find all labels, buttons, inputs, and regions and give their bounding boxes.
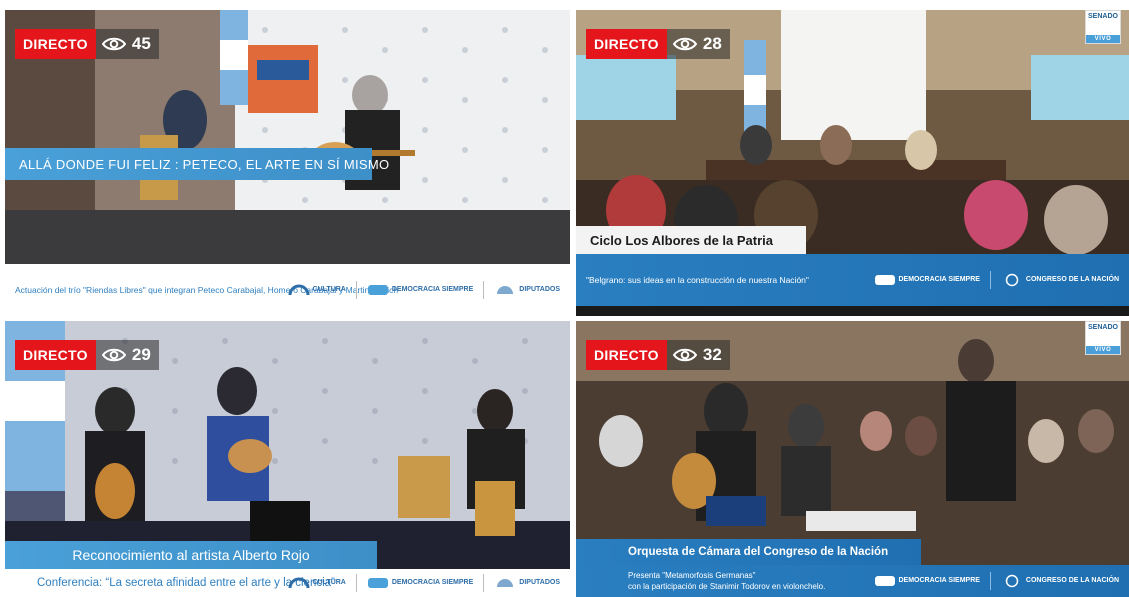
live-label: DIRECTO: [15, 29, 96, 59]
senado-vivo-badge: SENADO VIVO: [1085, 10, 1121, 44]
diputados-logo-icon: [497, 286, 514, 294]
lower-third: Orquesta de Cámara del Congreso de la Na…: [576, 539, 1129, 597]
senado-vivo-badge: SENADO VIVO: [1085, 321, 1121, 355]
diputados-logo: DIPUTADOS: [494, 576, 560, 590]
democracia-logo: DEMOCRACIA SIEMPRE: [874, 574, 980, 588]
congreso-logo: CONGRESO DE LA NACIÓN: [1001, 273, 1119, 287]
viewer-count-value: 32: [702, 345, 722, 364]
stream-subtitle-line-2: con la participación de Stanimir Todorov…: [628, 582, 826, 591]
live-badge: DIRECTO 45: [15, 29, 159, 59]
viewer-count: 28: [666, 29, 730, 59]
eye-icon: [672, 37, 697, 51]
viewer-count: 45: [95, 29, 159, 59]
eye-icon: [101, 37, 126, 51]
viewer-count: 29: [95, 340, 159, 370]
viewer-count-value: 28: [702, 34, 722, 53]
stream-title: ALLÁ DONDE FUI FELIZ : PETECO, EL ARTE E…: [5, 148, 389, 180]
vivo-label: VIVO: [1086, 35, 1120, 43]
stream-subtitle: "Belgrano: sus ideas en la construcción …: [586, 275, 809, 285]
democracia-logo-icon: [367, 578, 388, 588]
lower-third: ALLÁ DONDE FUI FELIZ : PETECO, EL ARTE E…: [5, 148, 570, 316]
democracia-logo-icon: [367, 285, 388, 295]
eye-icon: [672, 348, 697, 362]
stream-title: Orquesta de Cámara del Congreso de la Na…: [576, 539, 921, 565]
congreso-logo-icon: [1005, 574, 1019, 588]
vivo-label: VIVO: [1086, 346, 1120, 354]
stream-subtitle-bar: Actuación del trío "Riendas Libres" que …: [5, 264, 570, 316]
democracia-logo-icon: [874, 576, 895, 586]
cultura-logo-icon: [288, 284, 310, 296]
democracia-logo: DEMOCRACIA SIEMPRE: [367, 576, 473, 590]
live-badge: DIRECTO 29: [15, 340, 159, 370]
stream-subtitle-bar: Presenta "Metamorfosis Germanas" con la …: [576, 565, 1129, 597]
viewer-count-value: 45: [131, 34, 151, 53]
live-label: DIRECTO: [586, 340, 667, 370]
stream-tile-1[interactable]: DIRECTO 45 ALLÁ DONDE FUI FELIZ : PETECO…: [5, 10, 570, 316]
viewer-count-value: 29: [131, 345, 151, 364]
democracia-logo: DEMOCRACIA SIEMPRE: [874, 273, 980, 287]
live-badge: DIRECTO 28: [586, 29, 730, 59]
democracia-logo: DEMOCRACIA SIEMPRE: [367, 283, 473, 297]
eye-icon: [101, 348, 126, 362]
live-badge: DIRECTO 32: [586, 340, 730, 370]
logo-strip: CULTURA DEMOCRACIA SIEMPRE DIPUTADOS: [288, 569, 560, 597]
diputados-logo-icon: [497, 579, 514, 587]
cultura-logo: CULTURA: [288, 576, 346, 590]
logo-strip: DEMOCRACIA SIEMPRE CONGRESO DE LA NACIÓN: [874, 254, 1119, 306]
logo-strip: DEMOCRACIA SIEMPRE CONGRESO DE LA NACIÓN: [874, 565, 1119, 597]
stream-tile-4[interactable]: DIRECTO 32 SENADO VIVO Orquesta de Cámar…: [576, 321, 1129, 597]
lower-third: Ciclo Los Albores de la Patria "Belgrano…: [576, 226, 1129, 306]
congreso-logo: CONGRESO DE LA NACIÓN: [1001, 574, 1119, 588]
stream-subtitle-bar: Conferencia: “La secreta afinidad entre …: [5, 569, 570, 597]
senado-label: SENADO: [1088, 13, 1118, 20]
congreso-logo-icon: [1005, 273, 1019, 287]
stream-subtitle-bar: "Belgrano: sus ideas en la construcción …: [576, 254, 1129, 306]
stream-title: Ciclo Los Albores de la Patria: [576, 226, 806, 254]
senado-label: SENADO: [1088, 324, 1118, 331]
live-label: DIRECTO: [586, 29, 667, 59]
viewer-count: 32: [666, 340, 730, 370]
cultura-logo: CULTURA: [288, 283, 346, 297]
cultura-logo-icon: [288, 577, 310, 589]
stream-subtitle-line-1: Presenta "Metamorfosis Germanas": [628, 571, 756, 580]
diputados-logo: DIPUTADOS: [494, 283, 560, 297]
democracia-logo-icon: [874, 275, 895, 285]
logo-strip: CULTURA DEMOCRACIA SIEMPRE DIPUTADOS: [288, 264, 560, 316]
stream-title: Reconocimiento al artista Alberto Rojo: [5, 541, 377, 569]
lower-third: Reconocimiento al artista Alberto Rojo C…: [5, 541, 570, 597]
stream-tile-3[interactable]: DIRECTO 29 Reconocimiento al artista Alb…: [5, 321, 570, 597]
live-label: DIRECTO: [15, 340, 96, 370]
stream-tile-2[interactable]: DIRECTO 28 SENADO VIVO Ciclo Los Albores…: [576, 10, 1129, 316]
